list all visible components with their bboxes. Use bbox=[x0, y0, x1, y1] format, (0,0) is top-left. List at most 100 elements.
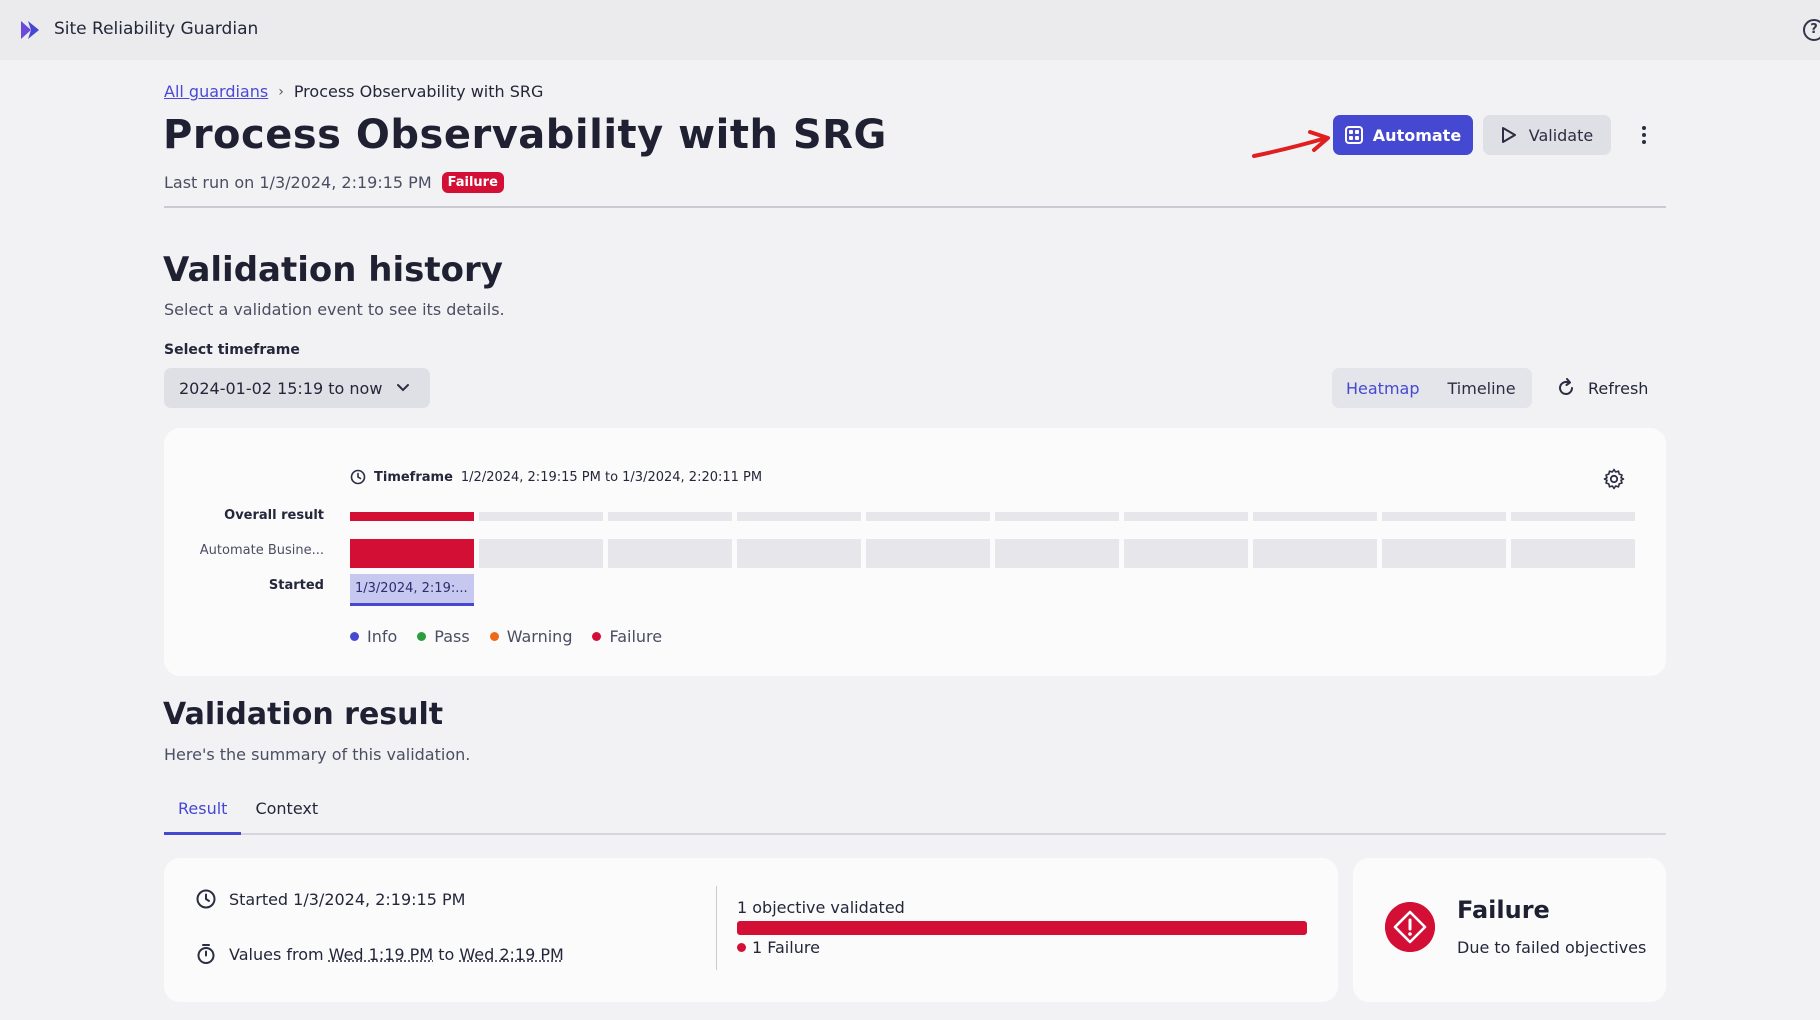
legend-item: Failure bbox=[592, 627, 662, 646]
status-badge: Failure bbox=[442, 172, 504, 193]
heatmap-cell bbox=[995, 512, 1119, 521]
clock-icon bbox=[195, 888, 217, 910]
started-line: Started 1/3/2024, 2:19:15 PM bbox=[195, 888, 465, 910]
tab-context[interactable]: Context bbox=[241, 795, 332, 835]
heatmap-cell bbox=[1253, 539, 1377, 568]
tab-heatmap[interactable]: Heatmap bbox=[1332, 379, 1434, 398]
started-text: Started 1/3/2024, 2:19:15 PM bbox=[229, 890, 465, 909]
heatmap-timeframe-range: 1/2/2024, 2:19:15 PM to 1/3/2024, 2:20:1… bbox=[461, 470, 762, 485]
heatmap-cell bbox=[995, 539, 1119, 568]
failure-dot-icon bbox=[737, 943, 746, 952]
summary-divider bbox=[716, 886, 717, 970]
timeframe-value: 2024-01-02 15:19 to now bbox=[179, 379, 382, 398]
play-icon bbox=[1501, 126, 1517, 144]
heatmap-cell bbox=[1511, 539, 1635, 568]
timeframe-label: Select timeframe bbox=[164, 342, 300, 358]
values-from-end[interactable]: Wed 2:19 PM bbox=[459, 945, 563, 964]
validate-label: Validate bbox=[1529, 126, 1593, 145]
heatmap-cell bbox=[866, 512, 990, 521]
validation-result-subtitle: Here's the summary of this validation. bbox=[164, 745, 470, 764]
automate-label: Automate bbox=[1373, 126, 1461, 145]
header-divider bbox=[164, 206, 1666, 208]
view-toggle: Heatmap Timeline bbox=[1332, 368, 1532, 408]
heatmap-cell bbox=[479, 512, 603, 521]
automate-icon bbox=[1345, 126, 1363, 144]
validation-history-title: Validation history bbox=[163, 250, 503, 290]
refresh-button[interactable]: Refresh bbox=[1556, 378, 1648, 398]
chevron-down-icon bbox=[396, 383, 410, 393]
validation-history-subtitle: Select a validation event to see its det… bbox=[164, 300, 505, 319]
row-label-objective: Automate Busine... bbox=[164, 543, 324, 558]
last-run-text: Last run on 1/3/2024, 2:19:15 PM bbox=[164, 173, 432, 192]
tab-timeline[interactable]: Timeline bbox=[1434, 379, 1530, 398]
timeframe-select[interactable]: 2024-01-02 15:19 to now bbox=[164, 368, 430, 408]
page-title: Process Observability with SRG bbox=[163, 112, 887, 158]
status-title: Failure bbox=[1457, 896, 1550, 924]
overall-result-row bbox=[350, 512, 1635, 521]
started-cell[interactable]: 1/3/2024, 2:19:... bbox=[350, 574, 474, 606]
clock-icon bbox=[350, 469, 366, 485]
heatmap-cell bbox=[1382, 539, 1506, 568]
validate-button[interactable]: Validate bbox=[1483, 115, 1611, 155]
status-subtitle: Due to failed objectives bbox=[1457, 938, 1646, 957]
objectives-legend-text: 1 Failure bbox=[752, 938, 820, 957]
failure-warning-icon bbox=[1385, 902, 1435, 952]
heatmap-cell bbox=[737, 512, 861, 521]
app-title: Site Reliability Guardian bbox=[54, 19, 258, 39]
legend-item: Warning bbox=[490, 627, 573, 646]
heatmap-timeframe-label: Timeframe bbox=[374, 470, 453, 485]
objectives-legend: 1 Failure bbox=[737, 938, 820, 957]
heatmap-timeframe: Timeframe 1/2/2024, 2:19:15 PM to 1/3/20… bbox=[350, 469, 762, 485]
legend-dot-icon bbox=[350, 632, 359, 641]
heatmap-cell[interactable] bbox=[350, 512, 474, 521]
objective-row bbox=[350, 539, 1635, 568]
breadcrumb: All guardians › Process Observability wi… bbox=[164, 82, 543, 101]
legend-dot-icon bbox=[592, 632, 601, 641]
breadcrumb-current: Process Observability with SRG bbox=[294, 82, 544, 101]
values-from-line: Values from Wed 1:19 PM to Wed 2:19 PM bbox=[195, 943, 564, 965]
gear-icon[interactable] bbox=[1602, 467, 1626, 491]
refresh-label: Refresh bbox=[1588, 379, 1648, 398]
objectives-label: 1 objective validated bbox=[737, 898, 905, 917]
heatmap-cell bbox=[608, 539, 732, 568]
heatmap-cell[interactable] bbox=[350, 539, 474, 568]
heatmap-cell bbox=[1511, 512, 1635, 521]
result-tabs: Result Context bbox=[164, 795, 1666, 835]
row-label-overall: Overall result bbox=[164, 508, 324, 523]
legend-label: Pass bbox=[434, 627, 469, 646]
heatmap-legend: Info Pass Warning Failure bbox=[350, 627, 662, 646]
heatmap-cell bbox=[479, 539, 603, 568]
values-from-prefix: Values from bbox=[229, 945, 324, 964]
validation-result-title: Validation result bbox=[163, 697, 443, 732]
heatmap-cell bbox=[1253, 512, 1377, 521]
heatmap-cell bbox=[1124, 512, 1248, 521]
heatmap-cell bbox=[1124, 539, 1248, 568]
legend-label: Info bbox=[367, 627, 397, 646]
legend-label: Warning bbox=[507, 627, 573, 646]
annotation-arrow-icon bbox=[1252, 126, 1332, 166]
tab-result[interactable]: Result bbox=[164, 795, 241, 835]
chevron-right-icon: › bbox=[278, 84, 284, 100]
help-icon[interactable]: ? bbox=[1803, 19, 1820, 41]
heatmap-cell bbox=[1382, 512, 1506, 521]
top-bar: Site Reliability Guardian ? bbox=[0, 0, 1820, 60]
heatmap-cell bbox=[737, 539, 861, 568]
values-from-start[interactable]: Wed 1:19 PM bbox=[329, 945, 433, 964]
more-options-icon[interactable] bbox=[1636, 123, 1652, 147]
values-to-word: to bbox=[438, 945, 454, 964]
app-logo-icon bbox=[19, 19, 43, 41]
heatmap-cell bbox=[866, 539, 990, 568]
breadcrumb-all-guardians-link[interactable]: All guardians bbox=[164, 82, 268, 101]
legend-dot-icon bbox=[490, 632, 499, 641]
row-label-started: Started bbox=[164, 578, 324, 593]
legend-item: Pass bbox=[417, 627, 469, 646]
stopwatch-icon bbox=[195, 943, 217, 965]
legend-item: Info bbox=[350, 627, 397, 646]
refresh-icon bbox=[1556, 378, 1576, 398]
last-run-info: Last run on 1/3/2024, 2:19:15 PM Failure bbox=[164, 172, 504, 193]
legend-dot-icon bbox=[417, 632, 426, 641]
automate-button[interactable]: Automate bbox=[1333, 115, 1473, 155]
heatmap-cell bbox=[608, 512, 732, 521]
objectives-failure-bar bbox=[737, 921, 1307, 935]
legend-label: Failure bbox=[609, 627, 662, 646]
